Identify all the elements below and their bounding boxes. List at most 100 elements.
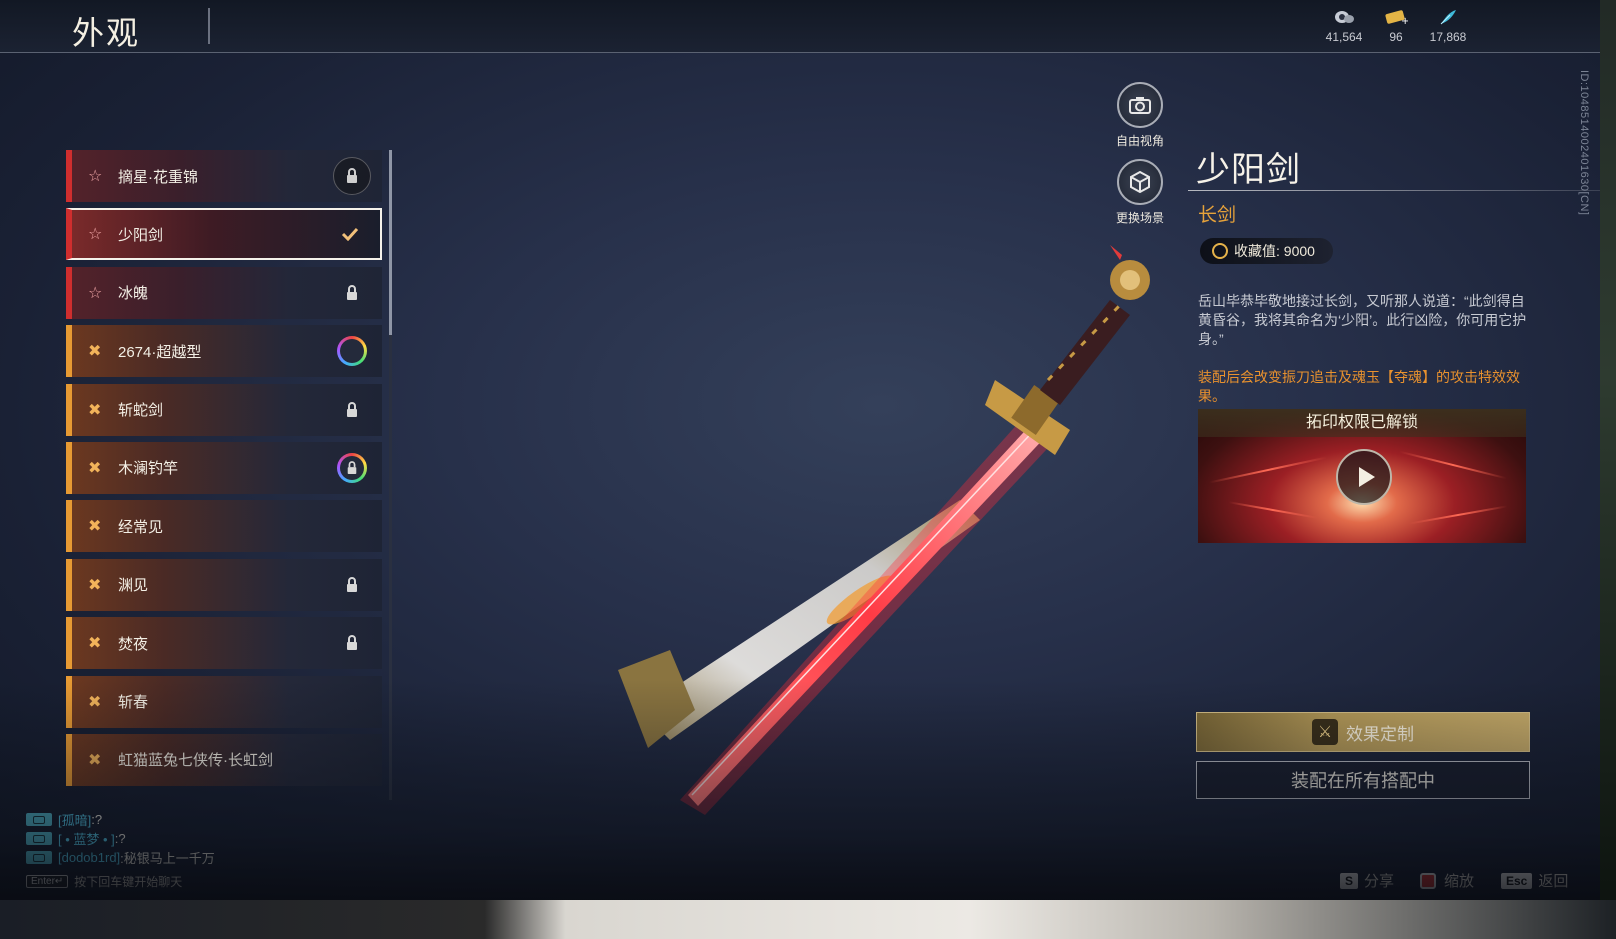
chat-enter-hint[interactable]: Enter↵ 按下回车键开始聊天 [26, 873, 215, 890]
list-item[interactable]: ☆ 冰魄 [66, 266, 382, 319]
item-name: 经常见 [118, 518, 164, 536]
page-title: 外观 [72, 15, 141, 51]
item-name: 斩春 [118, 694, 149, 712]
share-hint[interactable]: S 分享 [1340, 870, 1394, 891]
chat-user[interactable]: [ • 蓝梦 • ] [58, 829, 115, 848]
back-label: 返回 [1538, 873, 1569, 890]
cross-star-icon: ✖ [88, 343, 102, 361]
effect-customize-label: 效果定制 [1346, 724, 1414, 744]
item-name: 焚夜 [118, 635, 149, 653]
sword-icon: ⚔ [1312, 719, 1338, 745]
cross-star-icon: ✖ [88, 401, 102, 419]
lock-icon [332, 623, 372, 663]
feather-icon [1416, 8, 1480, 28]
play-icon[interactable] [1336, 449, 1392, 505]
star-icon: ☆ [88, 226, 103, 244]
enter-hint-text: 按下回车键开始聊天 [74, 875, 183, 889]
team-badge-icon [26, 832, 52, 845]
list-item[interactable]: ✖ 斩春 [66, 675, 382, 728]
change-scene-label: 更换场景 [1115, 211, 1164, 225]
lock-ring-status [332, 156, 372, 196]
list-item[interactable]: ✖ 木澜钓竿 [66, 441, 382, 494]
chat-line: [ • 蓝梦 • ] :? [26, 829, 215, 848]
item-description: 岳山毕恭毕敬地接过长剑，又听那人说道：“此剑得自黄昏谷，我将其命名为‘少阳’。此… [1198, 293, 1527, 347]
title-divider [208, 8, 210, 44]
chat-message: :秘银马上一千万 [120, 851, 215, 866]
rainbow-ring-status [332, 331, 372, 371]
item-name: 虹猫蓝兔七侠传·长虹剑 [118, 752, 273, 770]
item-name: 斩蛇剑 [118, 402, 164, 420]
star-icon: ☆ [88, 168, 103, 185]
free-view-label: 自由视角 [1115, 134, 1164, 148]
s-key: S [1340, 872, 1359, 889]
zoom-hint[interactable]: 缩放 [1420, 870, 1474, 891]
list-item[interactable]: ✖ 虹猫蓝兔七侠传·长虹剑 [66, 733, 382, 786]
item-name: 摘星·花重锦 [118, 168, 198, 186]
lock-icon [332, 273, 372, 313]
check-icon [330, 214, 370, 254]
equip-all-label: 装配在所有搭配中 [1291, 771, 1435, 791]
list-item[interactable]: ✖ 斩蛇剑 [66, 383, 382, 436]
mouse-scroll-icon [1420, 872, 1436, 889]
free-view-button[interactable]: 自由视角 [1105, 82, 1175, 149]
effect-customize-button[interactable]: ⚔ 效果定制 [1196, 712, 1530, 752]
item-name: 木澜钓竿 [118, 460, 179, 478]
chat-message: :? [114, 831, 126, 846]
cross-star-icon: ✖ [88, 576, 102, 594]
list-scroll-thumb[interactable] [389, 150, 392, 335]
svg-text:+: + [1401, 16, 1408, 26]
chat-message: :? [91, 812, 103, 827]
lock-icon [332, 390, 372, 430]
item-name: 2674·超越型 [118, 343, 202, 361]
list-item-selected[interactable]: ☆ 少阳剑 [66, 208, 382, 261]
share-label: 分享 [1364, 873, 1395, 890]
camera-icon [1117, 82, 1163, 128]
esc-key: Esc [1501, 872, 1533, 889]
rainbow-lock-status [332, 448, 372, 488]
video-title: 拓印权限已解锁 [1198, 409, 1526, 437]
effect-preview-video[interactable]: 拓印权限已解锁 [1198, 409, 1526, 543]
team-badge-icon [26, 813, 52, 826]
chat-line: [孤暗] :? [26, 810, 215, 829]
team-badge-icon [26, 851, 52, 864]
coin-icon [1212, 243, 1228, 259]
list-item[interactable]: ✖ 焚夜 [66, 617, 382, 670]
chat-panel: [孤暗] :? [ • 蓝梦 • ] :? [dodob1rd] :秘银马上一千… [26, 810, 215, 890]
cross-star-icon: ✖ [88, 459, 102, 477]
cross-star-icon: ✖ [88, 518, 102, 536]
chat-user[interactable]: [孤暗] [58, 810, 91, 829]
player-id: ID:1048514002401630[CN] [1578, 70, 1590, 216]
rainbow-ring-icon [337, 336, 367, 367]
cross-star-icon: ✖ [88, 751, 102, 769]
lock-icon [333, 157, 371, 195]
item-name: 渊见 [118, 577, 149, 595]
list-item[interactable]: ✖ 渊见 [66, 558, 382, 611]
equip-all-button[interactable]: 装配在所有搭配中 [1196, 761, 1530, 799]
sword-model[interactable] [600, 240, 1220, 840]
enter-key: Enter↵ [26, 875, 69, 888]
list-item[interactable]: ✖ 经常见 [66, 500, 382, 553]
collection-value: 收藏值: 9000 [1234, 243, 1315, 259]
top-bar: 外观 41,564 + 96 17,868 [0, 0, 1600, 53]
change-scene-button[interactable]: 更换场景 [1105, 159, 1175, 226]
currency-value: 17,868 [1429, 30, 1467, 44]
zoom-label: 缩放 [1444, 873, 1475, 890]
back-hint[interactable]: Esc 返回 [1501, 870, 1568, 891]
item-name: 冰魄 [118, 285, 149, 303]
list-item[interactable]: ✖ 2674·超越型 [66, 325, 382, 378]
currency-feather: 17,868 [1416, 8, 1480, 44]
cross-star-icon: ✖ [88, 693, 102, 711]
lock-icon [332, 565, 372, 605]
rainbow-lock-icon [337, 452, 367, 483]
background-edge-bottom [0, 900, 1616, 939]
background-edge [1600, 0, 1616, 939]
chat-line: [dodob1rd] :秘银马上一千万 [26, 848, 215, 867]
game-screen: 外观 41,564 + 96 17,868 ☆ 摘星·花重锦 ☆ 少阳剑 ☆ 冰… [0, 0, 1600, 900]
chat-user[interactable]: [dodob1rd] [58, 850, 120, 865]
item-title: 少阳剑 [1196, 151, 1301, 189]
star-icon: ☆ [88, 284, 103, 302]
item-type: 长剑 [1198, 205, 1237, 226]
collection-badge: 收藏值: 9000 [1200, 238, 1333, 264]
cube-icon [1117, 159, 1163, 205]
list-item[interactable]: ☆ 摘星·花重锦 [66, 150, 382, 202]
